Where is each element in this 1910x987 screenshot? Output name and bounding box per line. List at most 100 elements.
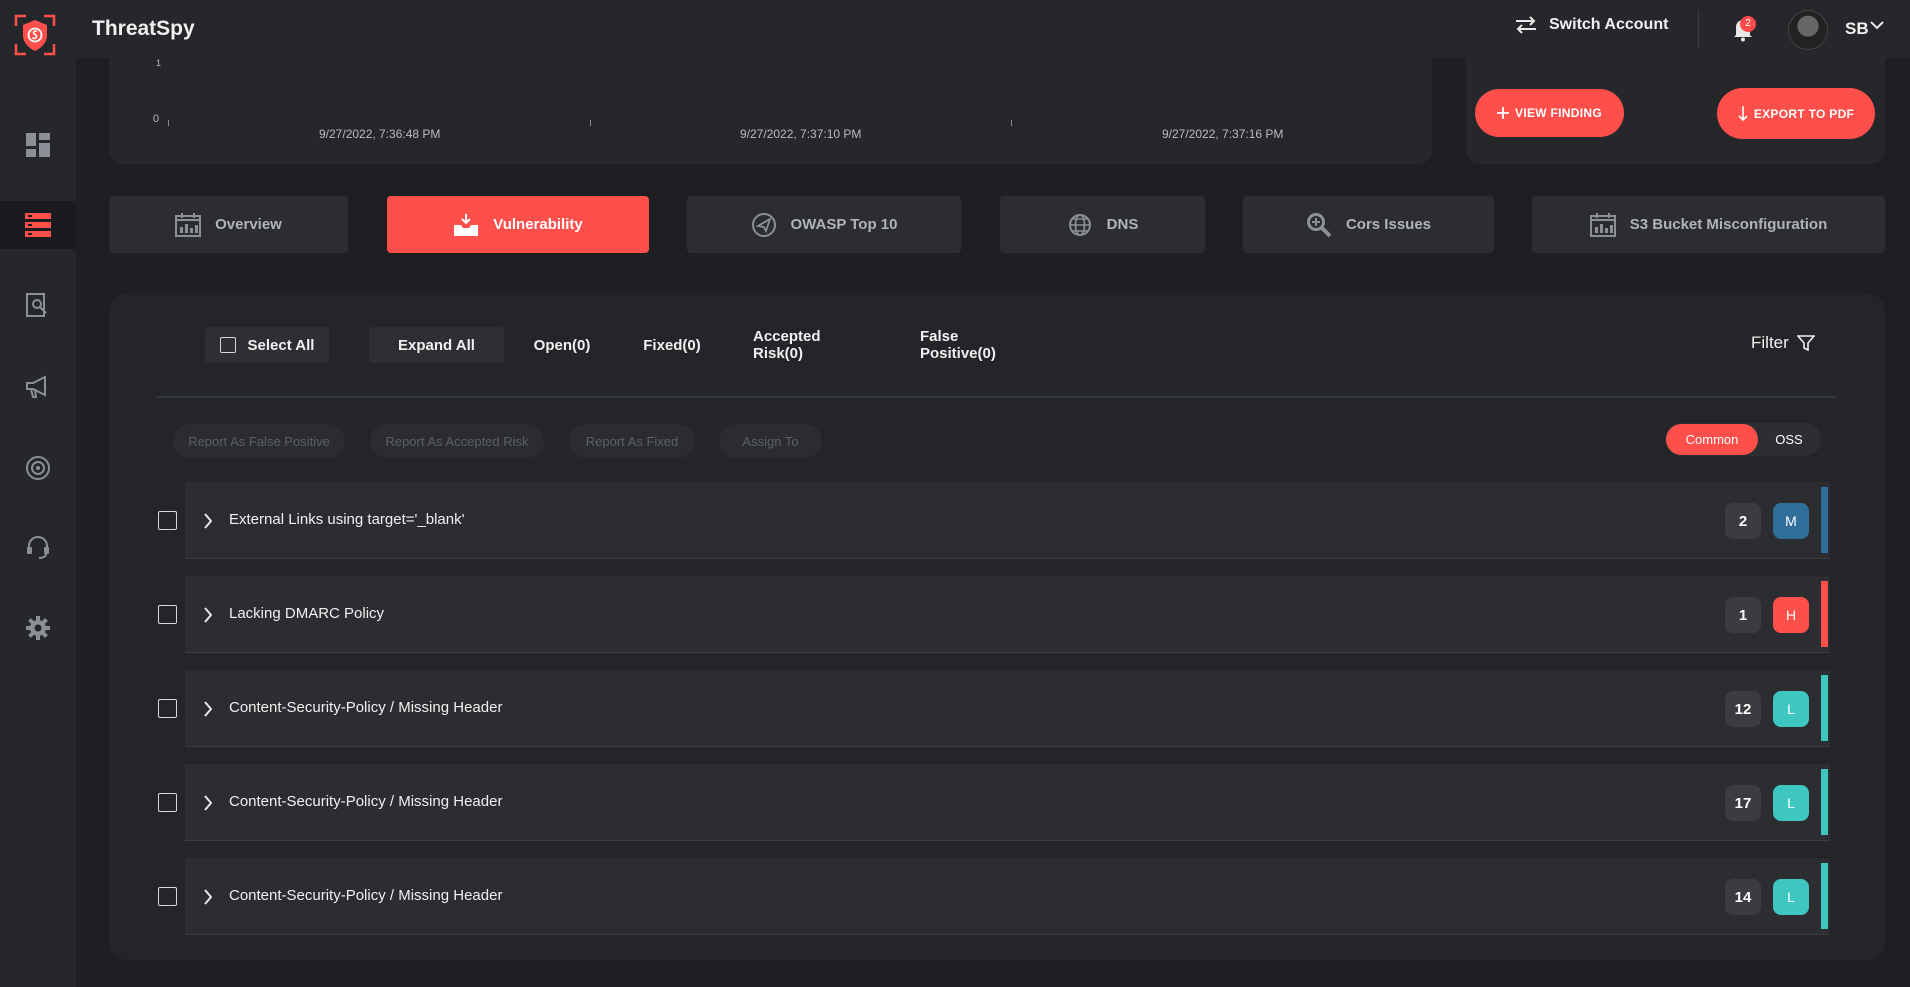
chart-x-tick — [1011, 120, 1012, 126]
row-checkbox[interactable] — [158, 511, 177, 530]
user-initials[interactable]: SB — [1845, 19, 1869, 39]
finding-title: Lacking DMARC Policy — [229, 605, 385, 622]
dashboard-icon — [26, 133, 50, 157]
tab-owasp-top-10[interactable]: OWASP Top 10 — [687, 196, 961, 253]
sidebar-item-reports[interactable] — [0, 282, 76, 330]
row-checkbox[interactable] — [158, 605, 177, 624]
finding-row[interactable]: Content-Security-Policy / Missing Header… — [185, 670, 1830, 747]
chart-y-tick: 1 — [156, 58, 162, 68]
filter-button[interactable]: Filter — [1751, 333, 1815, 353]
avatar[interactable] — [1788, 10, 1828, 50]
megaphone-icon — [26, 375, 46, 398]
finding-row[interactable]: Content-Security-Policy / Missing Header… — [185, 858, 1830, 935]
toggle-common[interactable]: Common — [1666, 424, 1758, 455]
tab-label: DNS — [1106, 216, 1139, 233]
severity-bar — [1821, 769, 1828, 835]
chart-x-label: 9/27/2022, 7:37:10 PM — [740, 127, 862, 141]
tab-overview[interactable]: Overview — [109, 196, 348, 253]
status-filter-accepted-risk[interactable]: Accepted Risk(0) — [753, 327, 865, 363]
threatspy-logo-icon[interactable] — [14, 14, 56, 56]
server-stack-icon — [25, 213, 51, 237]
globe-icon — [1068, 213, 1091, 236]
assign-to-button[interactable]: Assign To — [719, 424, 822, 458]
finding-count-badge: 17 — [1725, 785, 1761, 821]
chevron-right-icon[interactable] — [203, 513, 213, 529]
sidebar-item-findings[interactable] — [0, 201, 76, 249]
status-filter-false-positive[interactable]: False Positive(0) — [920, 327, 1028, 363]
severity-bar — [1821, 581, 1828, 647]
top-bar: ThreatSpy Switch Account 2 SB — [0, 0, 1910, 58]
sidebar — [0, 58, 76, 987]
chart-x-label: 9/27/2022, 7:37:16 PM — [1162, 127, 1284, 141]
chart-x-tick — [168, 120, 169, 126]
expand-all-button[interactable]: Expand All — [369, 327, 504, 363]
filter-label: Filter — [1751, 333, 1789, 352]
row-checkbox[interactable] — [158, 887, 177, 906]
finding-count-badge: 14 — [1725, 879, 1761, 915]
export-pdf-label: EXPORT TO PDF — [1753, 106, 1855, 121]
chevron-right-icon[interactable] — [203, 701, 213, 717]
view-finding-button[interactable]: VIEW FINDING — [1475, 89, 1624, 137]
chevron-right-icon[interactable] — [203, 607, 213, 623]
severity-badge: L — [1773, 879, 1809, 915]
severity-badge: L — [1773, 785, 1809, 821]
chevron-right-icon[interactable] — [203, 889, 213, 905]
report-false-positive-button[interactable]: Report As False Positive — [173, 424, 345, 458]
tab-label: Vulnerability — [493, 216, 583, 233]
finding-count-badge: 1 — [1725, 597, 1761, 633]
sidebar-item-dashboard[interactable] — [0, 121, 76, 169]
severity-bar — [1821, 675, 1828, 741]
notification-badge: 2 — [1740, 16, 1756, 32]
checkbox-icon — [219, 337, 236, 353]
gear-icon — [26, 616, 50, 640]
report-chart-icon — [175, 212, 202, 237]
severity-bar — [1821, 863, 1828, 929]
tab-dns[interactable]: DNS — [1000, 196, 1205, 253]
inbox-tray-icon — [454, 213, 479, 236]
sidebar-item-settings[interactable] — [0, 604, 76, 652]
switch-account-label: Switch Account — [1549, 16, 1669, 33]
finding-title: Content-Security-Policy / Missing Header — [229, 887, 503, 904]
select-all-label: Select All — [247, 336, 315, 354]
tab-label: Overview — [215, 216, 282, 233]
sidebar-item-announcements[interactable] — [0, 363, 76, 411]
tab-s3-bucket-misconfiguration[interactable]: S3 Bucket Misconfiguration — [1532, 196, 1885, 253]
magnifier-icon — [1306, 212, 1332, 237]
severity-badge: H — [1773, 597, 1809, 633]
chevron-right-icon[interactable] — [203, 795, 213, 811]
chart-y-tick: 0 — [153, 113, 160, 125]
view-finding-label: VIEW FINDING — [1515, 106, 1602, 120]
toggle-oss[interactable]: OSS — [1764, 424, 1814, 455]
tab-cors-issues[interactable]: Cors Issues — [1243, 196, 1494, 253]
finding-row[interactable]: External Links using target='_blank' 2 M — [185, 482, 1830, 559]
select-all-checkbox[interactable]: Select All — [205, 327, 329, 363]
export-pdf-button[interactable]: EXPORT TO PDF — [1717, 88, 1875, 139]
status-filter-fixed[interactable]: Fixed(0) — [643, 327, 701, 363]
row-checkbox[interactable] — [158, 699, 177, 718]
paper-plane-icon — [751, 212, 776, 237]
severity-badge: L — [1773, 691, 1809, 727]
report-accepted-risk-button[interactable]: Report As Accepted Risk — [370, 424, 544, 458]
tab-label: OWASP Top 10 — [790, 216, 898, 233]
finding-count-badge: 2 — [1725, 503, 1761, 539]
chart-x-tick — [590, 120, 591, 126]
sidebar-item-targets[interactable] — [0, 444, 76, 492]
divider — [1698, 10, 1699, 48]
row-checkbox[interactable] — [158, 793, 177, 812]
tab-label: S3 Bucket Misconfiguration — [1629, 216, 1828, 233]
severity-bar — [1821, 487, 1828, 553]
headset-icon — [27, 535, 49, 559]
tab-vulnerability[interactable]: Vulnerability — [387, 196, 649, 253]
switch-account-button[interactable]: Switch Account — [1515, 16, 1668, 34]
timeline-chart — [109, 58, 1432, 164]
finding-row[interactable]: Lacking DMARC Policy 1 H — [185, 576, 1830, 653]
status-filter-open[interactable]: Open(0) — [534, 327, 591, 363]
report-fixed-button[interactable]: Report As Fixed — [569, 424, 695, 458]
chart-x-label: 9/27/2022, 7:36:48 PM — [319, 127, 441, 141]
report-chart-icon — [1589, 212, 1616, 237]
report-search-icon — [26, 293, 47, 317]
app-title: ThreatSpy — [92, 17, 195, 40]
finding-row[interactable]: Content-Security-Policy / Missing Header… — [185, 764, 1830, 841]
sidebar-item-support[interactable] — [0, 523, 76, 571]
chevron-down-icon[interactable] — [1870, 20, 1884, 30]
